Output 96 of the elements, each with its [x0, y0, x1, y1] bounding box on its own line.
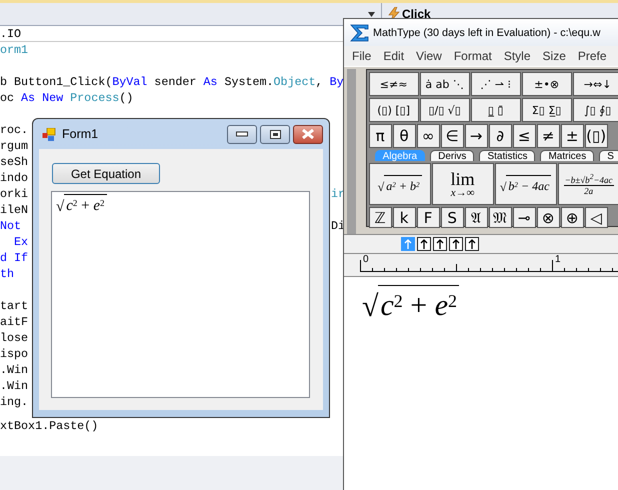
- up-arrow-icon: [450, 238, 462, 250]
- minimize-icon: [236, 131, 248, 137]
- code-line: ispo: [0, 346, 28, 362]
- code-line: ing.: [0, 394, 28, 410]
- menu-item[interactable]: Prefe: [572, 49, 613, 63]
- palette-tab[interactable]: S: [599, 150, 618, 161]
- code-line: ileN: [0, 202, 28, 218]
- window-title: MathType (30 days left in Evaluation) - c:\equ.w: [373, 26, 600, 38]
- member-dropdown[interactable]: Click: [402, 7, 431, 21]
- close-button[interactable]: [293, 124, 323, 144]
- code-line: d If: [0, 250, 28, 266]
- symbol-button[interactable]: ∈: [440, 124, 464, 148]
- code-line: .Win: [0, 378, 28, 394]
- minimize-button[interactable]: [227, 124, 257, 144]
- up-arrow-icon: [418, 238, 430, 250]
- symbol-button[interactable]: ∞: [416, 124, 440, 148]
- template-button[interactable]: √ b$^{2}$ − 4ac: [494, 163, 557, 205]
- up-arrow-icon: [466, 238, 478, 250]
- palette-button[interactable]: (▯) [▯]: [368, 98, 419, 122]
- menu-item[interactable]: Size: [536, 49, 572, 63]
- equation: √c$^{2}$ + e$^{2}$: [362, 285, 460, 322]
- code-line: tart: [0, 298, 28, 314]
- symbol-button[interactable]: (▯): [584, 124, 608, 148]
- ruler-label: 0: [363, 254, 369, 265]
- up-arrow-icon: [434, 238, 446, 250]
- code-line: .IO: [0, 26, 22, 41]
- symbol-button[interactable]: 𝔐: [488, 207, 512, 228]
- palette-tab[interactable]: Derivs: [430, 150, 474, 161]
- app-icon: [42, 128, 56, 140]
- nudge-button[interactable]: [433, 237, 447, 251]
- code-line: aitF: [0, 314, 28, 330]
- menu-item[interactable]: Edit: [377, 49, 410, 63]
- symbol-button[interactable]: ∂: [488, 124, 512, 148]
- code-line: roc.: [0, 122, 28, 138]
- nudge-button[interactable]: [465, 237, 479, 251]
- lightning-icon: [388, 7, 400, 21]
- code-line: rgum: [0, 138, 28, 154]
- code-line: seSh: [0, 154, 28, 170]
- palette-button[interactable]: →⇔↓: [572, 72, 618, 96]
- palette-button[interactable]: ∫▯ ∮▯: [572, 98, 618, 122]
- symbol-button[interactable]: ◁: [584, 207, 608, 228]
- code-line: orki: [0, 186, 28, 202]
- symbol-button[interactable]: θ: [392, 124, 416, 148]
- symbol-button[interactable]: 𝔄: [464, 207, 488, 228]
- code-line: xtBox1.Paste(): [0, 418, 98, 434]
- nudge-button[interactable]: [449, 237, 463, 251]
- symbol-button[interactable]: ⊸: [512, 207, 536, 228]
- close-icon: [302, 129, 314, 139]
- palette-button[interactable]: ⋰ ⇀ ⁝: [470, 72, 521, 96]
- text-box[interactable]: √c$^{2}$ + e$^{2}$: [51, 191, 310, 398]
- equation: √c$^{2}$ + e$^{2}$: [56, 194, 107, 215]
- code-line: ir: [330, 186, 345, 202]
- code-line: orm1: [0, 42, 28, 58]
- menu-item[interactable]: View: [410, 49, 448, 63]
- maximize-button[interactable]: [260, 124, 290, 144]
- symbol-button[interactable]: ±: [560, 124, 584, 148]
- symbol-button[interactable]: →: [464, 124, 488, 148]
- symbol-button[interactable]: F: [416, 207, 440, 228]
- template-button[interactable]: lim x→∞: [432, 163, 494, 205]
- maximize-icon: [270, 130, 280, 138]
- window-title: Form1: [62, 127, 98, 141]
- get-equation-button[interactable]: Get Equation: [52, 163, 160, 184]
- code-line: .Win: [0, 362, 28, 378]
- palette-button[interactable]: ±•⊗: [522, 72, 572, 96]
- symbol-button[interactable]: ℤ: [368, 207, 392, 228]
- nudge-button[interactable]: [417, 237, 431, 251]
- palette-tab[interactable]: Statistics: [479, 150, 536, 161]
- code-line: indo: [0, 170, 28, 186]
- menu-item[interactable]: Format: [448, 49, 498, 63]
- menu-item[interactable]: File: [346, 49, 378, 63]
- symbol-button[interactable]: S: [440, 207, 464, 228]
- symbol-button[interactable]: ≤: [512, 124, 536, 148]
- palette-tab[interactable]: Matrices: [540, 150, 594, 161]
- symbol-button[interactable]: k: [392, 207, 416, 228]
- code-line: Not: [0, 218, 22, 234]
- symbol-button[interactable]: ≠: [536, 124, 560, 148]
- palette-button[interactable]: ▯̲ ▯̄: [470, 98, 521, 122]
- template-button[interactable]: √ a$^{2}$ + b$^{2}$: [368, 163, 431, 205]
- palette-button[interactable]: Σ▯ Σ̲▯: [522, 98, 572, 122]
- code-line: lose: [0, 330, 28, 346]
- palette-button[interactable]: ȧ ab ⋱: [420, 72, 470, 96]
- code-line: Ex: [13, 234, 28, 250]
- palette-button[interactable]: ≤≠≈: [368, 72, 419, 96]
- menu-item[interactable]: Style: [498, 49, 537, 63]
- code-line: Di: [330, 218, 345, 234]
- sigma-icon: [350, 24, 369, 42]
- code-line: b Button1_Click(ByVal sender As System.Object, By: [0, 74, 344, 90]
- code-line: oc As New Process(): [0, 90, 134, 106]
- symbol-button[interactable]: ⊗: [536, 207, 560, 228]
- symbol-button[interactable]: ⊕: [560, 207, 584, 228]
- template-button[interactable]: −b±√b$^{2}$−4ac 2a: [558, 163, 618, 205]
- palette-button[interactable]: ▯/▯ √▯: [420, 98, 470, 122]
- ruler-label: 1: [555, 254, 561, 265]
- symbol-button[interactable]: π: [368, 124, 392, 148]
- up-arrow-icon: [402, 238, 414, 250]
- code-line: th: [0, 266, 14, 282]
